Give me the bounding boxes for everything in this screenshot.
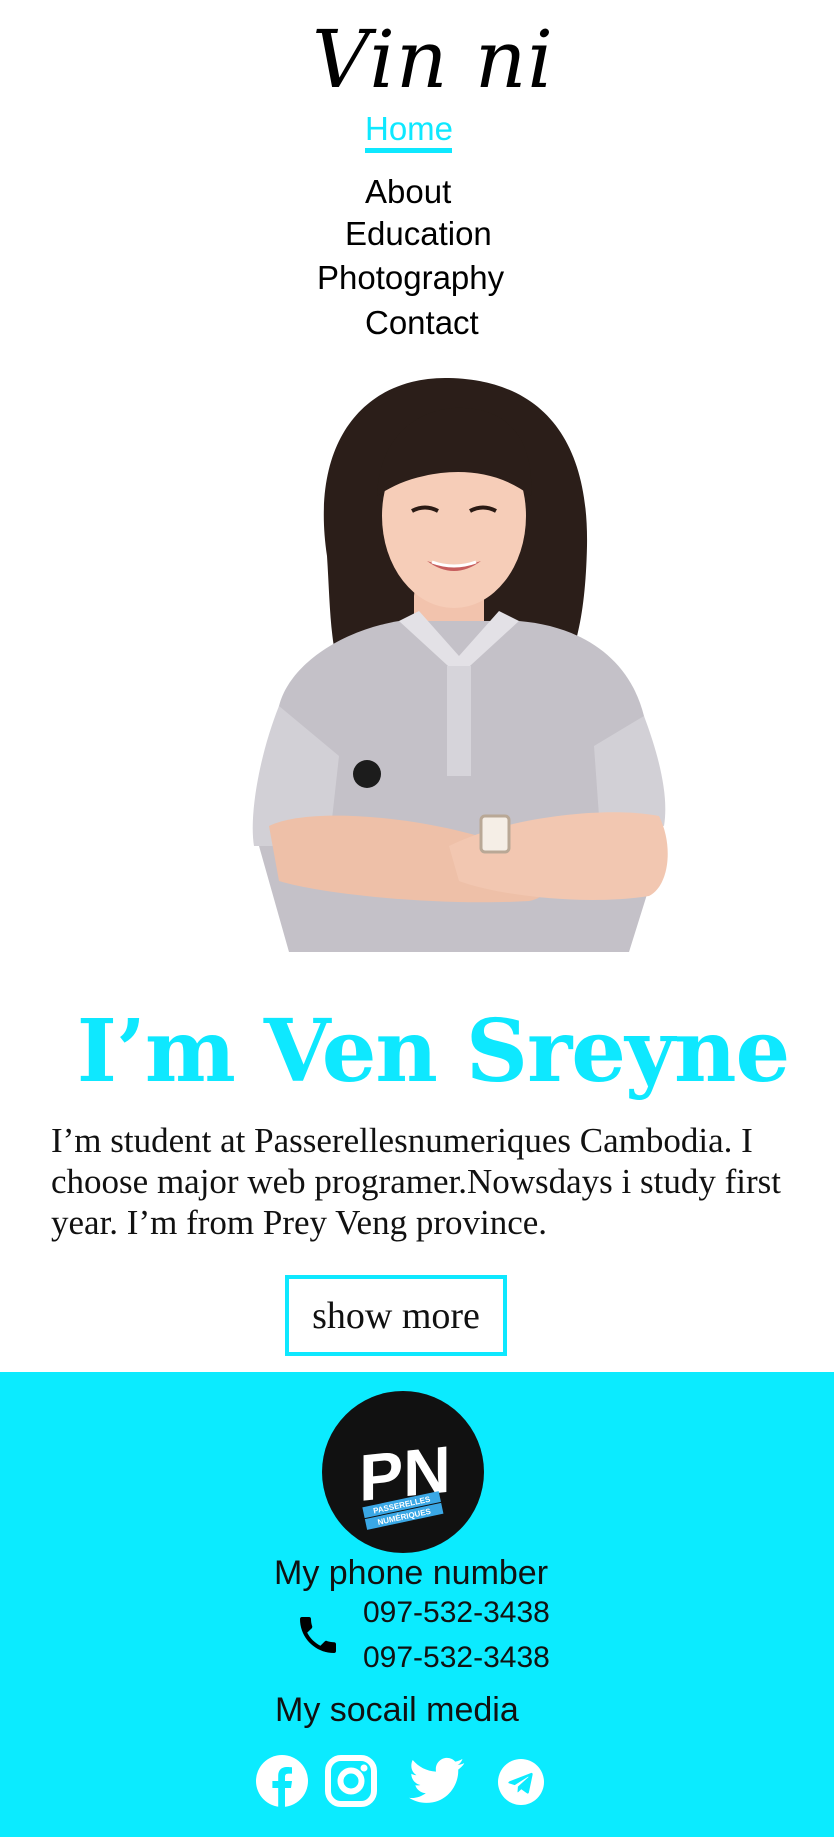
nav-contact[interactable]: Contact xyxy=(365,303,479,343)
telegram-icon[interactable] xyxy=(498,1759,544,1805)
facebook-icon[interactable] xyxy=(256,1755,308,1807)
nav-home[interactable]: Home xyxy=(365,109,453,149)
phone-number-secondary[interactable]: 097-532-3438 xyxy=(363,1639,550,1677)
profile-photo xyxy=(252,377,668,952)
pn-logo[interactable]: PN PASSERELLES NUMÉRIQUES xyxy=(322,1391,484,1553)
show-more-button[interactable]: show more xyxy=(285,1275,507,1356)
nav-active-underline xyxy=(365,148,452,153)
site-logo[interactable]: Vin ni xyxy=(0,8,834,112)
social-section-title: My socail media xyxy=(275,1691,519,1729)
hero-heading: I’m Ven Sreyne xyxy=(76,1001,790,1102)
instagram-icon[interactable] xyxy=(325,1755,377,1807)
phone-section-title: My phone number xyxy=(274,1554,549,1592)
hero-bio: I’m student at Passerellesnumeriques Cam… xyxy=(51,1121,781,1242)
nav-about[interactable]: About xyxy=(365,172,451,212)
phone-icon xyxy=(300,1617,336,1653)
nav-photography[interactable]: Photography xyxy=(317,258,504,298)
twitter-icon[interactable] xyxy=(409,1757,465,1805)
phone-number-primary[interactable]: 097-532-3438 xyxy=(363,1594,550,1632)
nav-education[interactable]: Education xyxy=(345,214,492,254)
